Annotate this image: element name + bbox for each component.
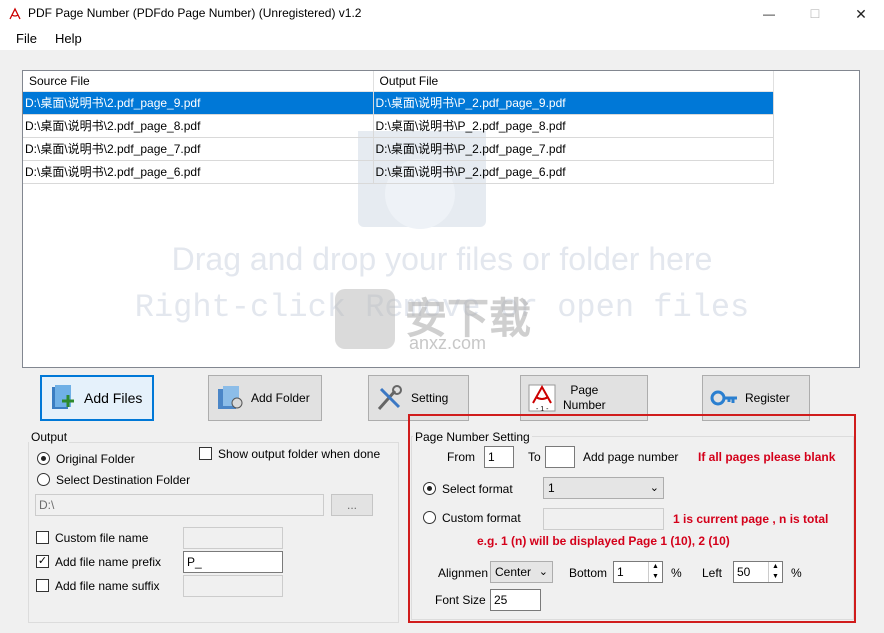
pdf-page-number-icon: - 1 - bbox=[528, 384, 556, 413]
annotation-highlight-box bbox=[408, 414, 856, 623]
table-row[interactable]: D:\桌面\说明书\2.pdf_page_7.pdf D:\桌面\说明书\P_2.… bbox=[23, 137, 774, 161]
setting-label: Setting bbox=[411, 391, 449, 405]
drop-hint-primary: Drag and drop your files or folder here bbox=[171, 241, 713, 277]
prefix-input[interactable]: P_ bbox=[183, 551, 283, 573]
title-bar: PDF Page Number (PDFdo Page Number) (Unr… bbox=[0, 0, 884, 28]
tools-icon bbox=[377, 385, 402, 410]
show-output-folder-checkbox[interactable] bbox=[199, 447, 212, 460]
add-files-button[interactable]: Add Files bbox=[40, 375, 154, 421]
watermark: 安下载 anxz.com bbox=[335, 281, 575, 361]
source-file-cell[interactable]: D:\桌面\说明书\2.pdf_page_9.pdf bbox=[23, 91, 374, 115]
select-destination-label[interactable]: Select Destination Folder bbox=[56, 473, 190, 487]
add-suffix-label[interactable]: Add file name suffix bbox=[55, 579, 160, 593]
add-files-label: Add Files bbox=[84, 390, 143, 406]
browse-button[interactable]: ... bbox=[331, 494, 373, 516]
output-file-cell[interactable]: D:\桌面\说明书\P_2.pdf_page_8.pdf bbox=[373, 114, 774, 138]
show-output-folder-label[interactable]: Show output folder when done bbox=[218, 447, 380, 461]
window-title: PDF Page Number (PDFdo Page Number) (Unr… bbox=[28, 6, 362, 20]
table-row[interactable]: D:\桌面\说明书\2.pdf_page_6.pdf D:\桌面\说明书\P_2.… bbox=[23, 160, 774, 184]
table-header: Source File Output File bbox=[23, 71, 774, 92]
custom-file-name-label[interactable]: Custom file name bbox=[55, 531, 148, 545]
add-prefix-checkbox[interactable]: ✓ bbox=[36, 555, 49, 568]
output-file-cell[interactable]: D:\桌面\说明书\P_2.pdf_page_9.pdf bbox=[373, 91, 774, 115]
select-destination-radio[interactable] bbox=[37, 473, 50, 486]
output-file-cell[interactable]: D:\桌面\说明书\P_2.pdf_page_6.pdf bbox=[373, 160, 774, 184]
file-table: Source File Output File D:\桌面\说明书\2.pdf_… bbox=[23, 71, 774, 184]
source-file-cell[interactable]: D:\桌面\说明书\2.pdf_page_7.pdf bbox=[23, 137, 374, 161]
maximize-button[interactable]: ☐ bbox=[792, 0, 838, 28]
table-row[interactable]: D:\桌面\说明书\2.pdf_page_8.pdf D:\桌面\说明书\P_2.… bbox=[23, 114, 774, 138]
file-list[interactable]: Drag and drop your files or folder here … bbox=[22, 70, 860, 368]
source-file-cell[interactable]: D:\桌面\说明书\2.pdf_page_6.pdf bbox=[23, 160, 374, 184]
menu-bar: File Help bbox=[0, 28, 884, 50]
add-folder-button[interactable]: Add Folder bbox=[208, 375, 322, 421]
watermark-logo-icon bbox=[335, 289, 395, 349]
watermark-subtext: anxz.com bbox=[409, 333, 487, 353]
source-file-cell[interactable]: D:\桌面\说明书\2.pdf_page_8.pdf bbox=[23, 114, 374, 138]
page-icon-text: - 1 - bbox=[536, 406, 549, 413]
add-folder-label: Add Folder bbox=[251, 391, 310, 405]
key-icon bbox=[710, 390, 737, 406]
custom-file-name-checkbox[interactable] bbox=[36, 531, 49, 544]
output-group-label: Output bbox=[29, 430, 70, 444]
output-file-cell[interactable]: D:\桌面\说明书\P_2.pdf_page_7.pdf bbox=[373, 137, 774, 161]
add-folder-icon bbox=[218, 386, 243, 409]
menu-file[interactable]: File bbox=[16, 31, 37, 46]
app-window: PDF Page Number (PDFdo Page Number) (Unr… bbox=[0, 0, 884, 633]
pdf-app-icon bbox=[9, 7, 21, 20]
page-number-label-line1: Page bbox=[570, 383, 599, 397]
minimize-button[interactable]: — bbox=[746, 0, 792, 28]
original-folder-label[interactable]: Original Folder bbox=[56, 452, 135, 466]
suffix-input[interactable] bbox=[183, 575, 283, 597]
column-header-source[interactable]: Source File bbox=[23, 71, 374, 92]
page-number-label: Page Number bbox=[563, 383, 606, 413]
menu-help[interactable]: Help bbox=[55, 31, 82, 46]
add-prefix-label[interactable]: Add file name prefix bbox=[55, 555, 161, 569]
page-number-label-line2: Number bbox=[563, 398, 606, 412]
table-row[interactable]: D:\桌面\说明书\2.pdf_page_9.pdf D:\桌面\说明书\P_2.… bbox=[23, 91, 774, 115]
original-folder-radio[interactable] bbox=[37, 452, 50, 465]
register-label: Register bbox=[745, 391, 790, 405]
add-suffix-checkbox[interactable] bbox=[36, 579, 49, 592]
close-button[interactable]: ✕ bbox=[838, 0, 884, 28]
column-header-output[interactable]: Output File bbox=[373, 71, 774, 92]
custom-file-name-input[interactable] bbox=[183, 527, 283, 549]
add-files-icon bbox=[52, 385, 74, 409]
destination-path-input[interactable]: D:\ bbox=[35, 494, 324, 516]
